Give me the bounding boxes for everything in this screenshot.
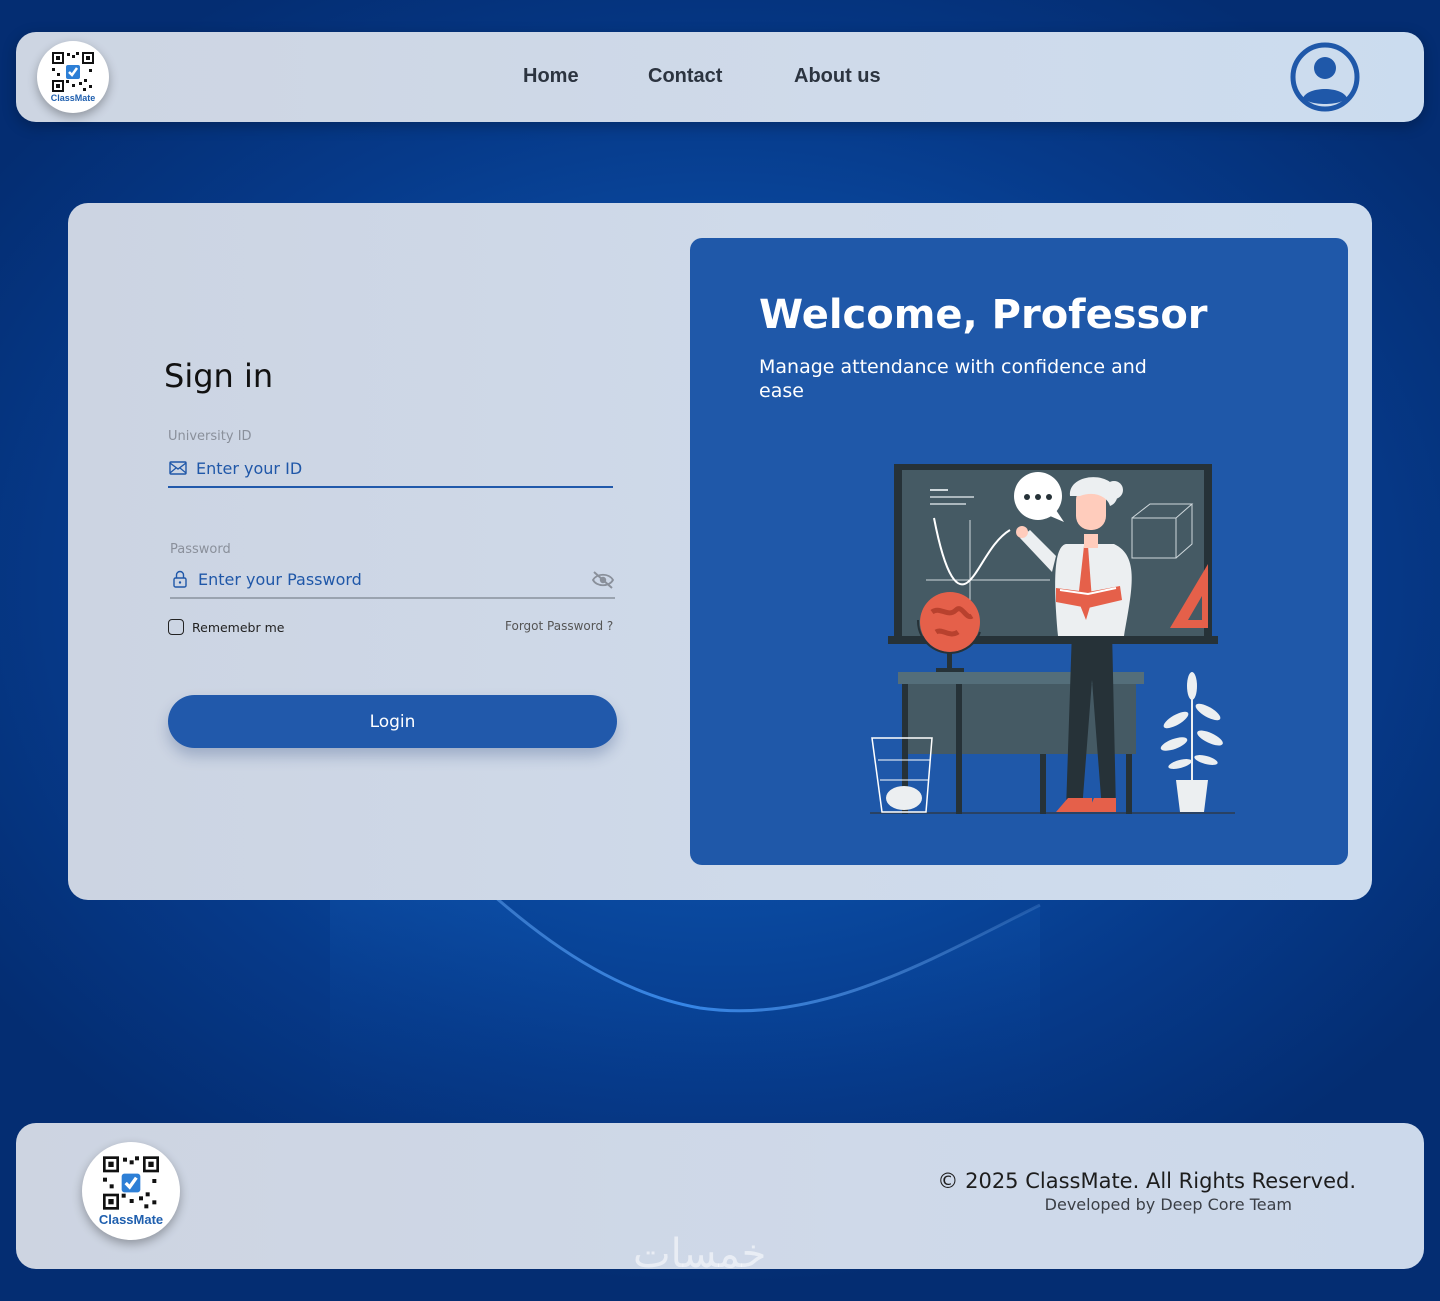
footer-classmate-logo[interactable]: ClassMate [82, 1142, 180, 1240]
envelope-icon [168, 458, 188, 478]
remember-checkbox[interactable] [168, 619, 184, 635]
footer: ClassMate © 2025 ClassMate. All Rights R… [16, 1123, 1424, 1277]
developed-by-text: Developed by Deep Core Team [1044, 1195, 1292, 1214]
university-id-input[interactable] [188, 458, 548, 478]
watermark: خمسات [633, 1231, 767, 1277]
password-field [170, 561, 615, 599]
qr-code-icon [103, 1155, 159, 1210]
classmate-logo[interactable]: ClassMate [37, 41, 109, 113]
footer-logo-text: ClassMate [98, 1211, 164, 1227]
logo-text: ClassMate [50, 92, 96, 103]
university-id-label: University ID [168, 429, 252, 444]
nav-contact[interactable]: Contact [648, 65, 722, 88]
welcome-panel: Welcome, Professor Manage attendance wit… [690, 238, 1348, 865]
qr-code-icon [52, 51, 94, 92]
nav-about-us[interactable]: About us [794, 65, 881, 88]
forgot-password-link[interactable]: Forgot Password ? [505, 619, 613, 633]
remember-label: Rememebr me [192, 619, 285, 635]
university-id-field [168, 450, 613, 488]
nav-home[interactable]: Home [523, 65, 579, 88]
welcome-title: Welcome, Professor [759, 292, 1208, 338]
lock-icon [170, 569, 190, 589]
signin-title: Sign in [164, 357, 274, 395]
login-button[interactable]: Login [168, 695, 617, 748]
login-card: Sign in University ID Password Rememebr … [68, 203, 1372, 900]
eye-off-icon[interactable] [591, 570, 615, 590]
password-input[interactable] [190, 569, 550, 589]
professor-illustration [870, 464, 1235, 814]
welcome-subtitle: Manage attendance with confidence and ea… [759, 356, 1147, 402]
top-navbar: ClassMate Home Contact About us [16, 32, 1424, 122]
user-circle-icon[interactable] [1290, 42, 1360, 112]
remember-me[interactable]: Rememebr me [168, 619, 284, 635]
password-label: Password [170, 542, 231, 557]
copyright-text: © 2025 ClassMate. All Rights Reserved. [937, 1169, 1356, 1193]
